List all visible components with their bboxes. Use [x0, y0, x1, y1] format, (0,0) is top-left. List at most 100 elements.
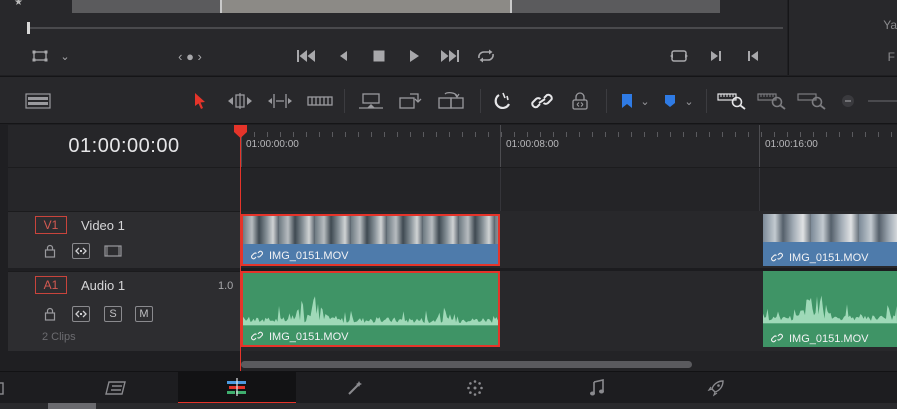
- track-divider: [241, 268, 897, 271]
- clip-name: IMG_0151.MOV: [789, 333, 869, 345]
- ruler-minor-tick: [566, 132, 567, 137]
- ruler-minor-tick: [254, 132, 255, 137]
- zoom-detail-icon[interactable]: [756, 89, 788, 113]
- page-fairlight[interactable]: [538, 372, 656, 404]
- lock-track-icon[interactable]: [44, 307, 56, 321]
- zoom-custom-icon[interactable]: [796, 89, 828, 113]
- ruler-minor-tick: [748, 132, 749, 137]
- audio-track-name[interactable]: Audio 1: [81, 278, 125, 293]
- zoom-full-icon[interactable]: [716, 89, 748, 113]
- solo-button[interactable]: S: [104, 306, 122, 322]
- scrubber-playhead[interactable]: [27, 22, 30, 34]
- page-fusion[interactable]: [296, 372, 414, 404]
- timeline-ruler[interactable]: 01:00:00:00 01:00:08:00 01:00:16:00: [241, 125, 897, 167]
- ruler-minor-tick: [735, 132, 736, 137]
- ruler-minor-tick: [579, 132, 580, 137]
- video-clip[interactable]: IMG_0151.MOV: [241, 214, 500, 266]
- ruler-minor-tick: [280, 132, 281, 137]
- ruler-minor-tick: [410, 132, 411, 137]
- edit-page-icon: [227, 378, 246, 396]
- clip-name: IMG_0151.MOV: [269, 331, 349, 343]
- auto-select-icon[interactable]: [72, 243, 90, 259]
- next-edit-icon[interactable]: [706, 46, 726, 66]
- audio-track-volume[interactable]: 1.0: [218, 280, 233, 292]
- ruler-minor-tick: [462, 132, 463, 137]
- timeline-horizontal-scrollbar[interactable]: [241, 361, 692, 368]
- ruler-minor-tick: [761, 132, 762, 137]
- ruler-label: 01:00:16:00: [765, 139, 818, 150]
- flag-icon[interactable]: [618, 89, 636, 113]
- replace-clip-icon[interactable]: [436, 89, 466, 113]
- loop-icon[interactable]: [476, 46, 496, 66]
- go-to-end-icon[interactable]: [440, 46, 460, 66]
- ruler-minor-tick: [436, 132, 437, 137]
- viewer-preview-frame: [72, 0, 720, 13]
- trim-tool-icon[interactable]: [226, 89, 254, 113]
- blade-tool-icon[interactable]: [306, 89, 334, 113]
- timeline-view-options-icon[interactable]: [24, 89, 52, 113]
- step-back-icon[interactable]: [333, 46, 353, 66]
- go-to-start-icon[interactable]: [296, 46, 316, 66]
- link-icon: [771, 333, 783, 343]
- snapping-icon[interactable]: [492, 89, 514, 113]
- page-deliver[interactable]: [657, 372, 775, 404]
- page-cut[interactable]: [58, 372, 176, 404]
- audio-clip[interactable]: IMG_0151.MOV: [763, 271, 897, 347]
- play-icon[interactable]: [404, 46, 424, 66]
- ruler-minor-tick: [449, 132, 450, 137]
- match-frame-icon[interactable]: [669, 46, 689, 66]
- disable-track-icon[interactable]: [104, 245, 122, 257]
- playhead-handle[interactable]: [233, 125, 248, 139]
- ruler-minor-tick: [306, 132, 307, 137]
- clip-count: 2 Clips: [42, 331, 76, 343]
- ruler-minor-tick: [696, 132, 697, 137]
- chevron-down-icon[interactable]: ⌄: [682, 89, 696, 113]
- clip-navigation[interactable]: ‹ ● ›: [168, 46, 212, 66]
- ruler-minor-tick: [865, 132, 866, 137]
- overwrite-clip-icon[interactable]: [397, 89, 423, 113]
- zoom-out-icon[interactable]: [840, 89, 856, 113]
- video-track-name[interactable]: Video 1: [81, 218, 125, 233]
- chevron-down-icon[interactable]: ⌄: [55, 46, 75, 66]
- marker-icon[interactable]: [661, 89, 679, 113]
- ruler-minor-tick: [683, 132, 684, 137]
- color-page-icon: [467, 380, 483, 396]
- position-lock-icon[interactable]: [569, 89, 591, 113]
- previous-edit-icon[interactable]: [743, 46, 763, 66]
- auto-select-icon[interactable]: [72, 306, 90, 322]
- ruler-minor-tick: [826, 132, 827, 137]
- page-color[interactable]: [416, 372, 534, 404]
- lock-track-icon[interactable]: [44, 244, 56, 258]
- page-media[interactable]: [0, 372, 58, 404]
- mute-button[interactable]: M: [135, 306, 153, 322]
- cut-page-icon: [105, 381, 126, 395]
- audio-clip[interactable]: IMG_0151.MOV: [241, 271, 500, 347]
- ruler-minor-tick: [332, 132, 333, 137]
- empty-track-header: [8, 167, 240, 211]
- linked-selection-icon[interactable]: [530, 89, 554, 113]
- video-thumbnail-strip: [763, 214, 897, 242]
- ruler-label: 01:00:00:00: [246, 139, 299, 150]
- ruler-minor-tick: [670, 132, 671, 137]
- page-edit[interactable]: [178, 372, 296, 404]
- audio-waveform: [763, 295, 897, 324]
- dynamic-trim-icon[interactable]: [266, 89, 294, 113]
- video-clip[interactable]: IMG_0151.MOV: [763, 214, 897, 266]
- viewer-options-icon[interactable]: ★: [14, 0, 28, 8]
- viewer-scrubber[interactable]: [28, 27, 783, 29]
- zoom-slider[interactable]: [868, 100, 897, 102]
- status-strip: [0, 403, 897, 409]
- ruler-minor-tick: [423, 132, 424, 137]
- clip-name: IMG_0151.MOV: [789, 252, 869, 264]
- video-track-badge[interactable]: V1: [35, 216, 67, 234]
- transform-icon[interactable]: [30, 46, 50, 66]
- chevron-down-icon[interactable]: ⌄: [638, 89, 652, 113]
- ruler-minor-tick: [839, 132, 840, 137]
- audio-track-badge[interactable]: A1: [35, 276, 67, 294]
- rocket-icon: [707, 380, 724, 397]
- ruler-minor-tick: [540, 132, 541, 137]
- music-note-icon: [590, 379, 604, 396]
- insert-clip-icon[interactable]: [356, 89, 386, 113]
- stop-icon[interactable]: [369, 46, 389, 66]
- selection-tool-icon[interactable]: [190, 89, 210, 113]
